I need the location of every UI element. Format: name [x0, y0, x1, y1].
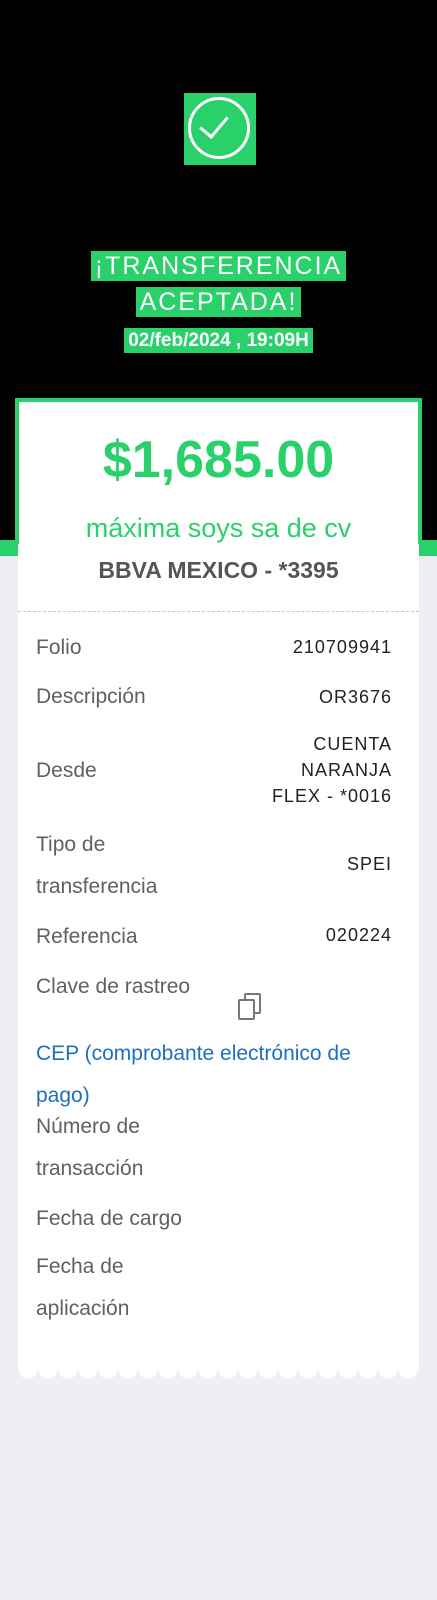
folio-label: Folio — [36, 636, 82, 659]
numero-transaccion-label-line1: Número de — [36, 1115, 140, 1138]
dashed-divider — [18, 611, 419, 612]
descripcion-value: OR3676 — [318, 687, 392, 707]
fecha-aplicacion-label-line1: Fecha de — [36, 1255, 124, 1278]
copy-icon[interactable] — [238, 993, 261, 1020]
recipient-bank: BBVA MEXICO - *3395 — [98, 557, 339, 583]
success-check-icon — [184, 93, 256, 165]
cep-link[interactable]: CEP (comprobante electrónico de pago) — [36, 1033, 406, 1117]
status-title-line1: ¡TRANSFERENCIA — [0, 251, 437, 281]
status-title-line2: ACEPTADA! — [0, 287, 437, 317]
recipient-name: máxima soys sa de cv — [85, 513, 352, 543]
referencia-value: 020224 — [325, 925, 392, 945]
fecha-cargo-label: Fecha de cargo — [36, 1207, 182, 1230]
clave-rastreo-label: Clave de rastreo — [36, 975, 191, 998]
desde-value-line1: CUENTA — [313, 734, 392, 754]
tipo-value: SPEI — [346, 854, 392, 874]
descripcion-label: Descripción — [36, 685, 146, 708]
tipo-label-line2: transferencia — [36, 875, 158, 898]
desde-value-line2: NARANJA — [300, 760, 392, 780]
transfer-amount: $1,685.00 — [102, 431, 335, 489]
fecha-aplicacion-label-line2: aplicación — [36, 1297, 130, 1320]
desde-label: Desde — [36, 759, 97, 782]
folio-value: 210709941 — [292, 637, 392, 657]
tipo-label-line1: Tipo de — [36, 833, 106, 856]
numero-transaccion-label-line2: transacción — [36, 1157, 144, 1180]
transfer-datetime: 02/feb/2024 , 19:09H — [0, 328, 437, 353]
referencia-label: Referencia — [36, 925, 138, 948]
desde-value-line3: FLEX - *0016 — [271, 786, 392, 806]
